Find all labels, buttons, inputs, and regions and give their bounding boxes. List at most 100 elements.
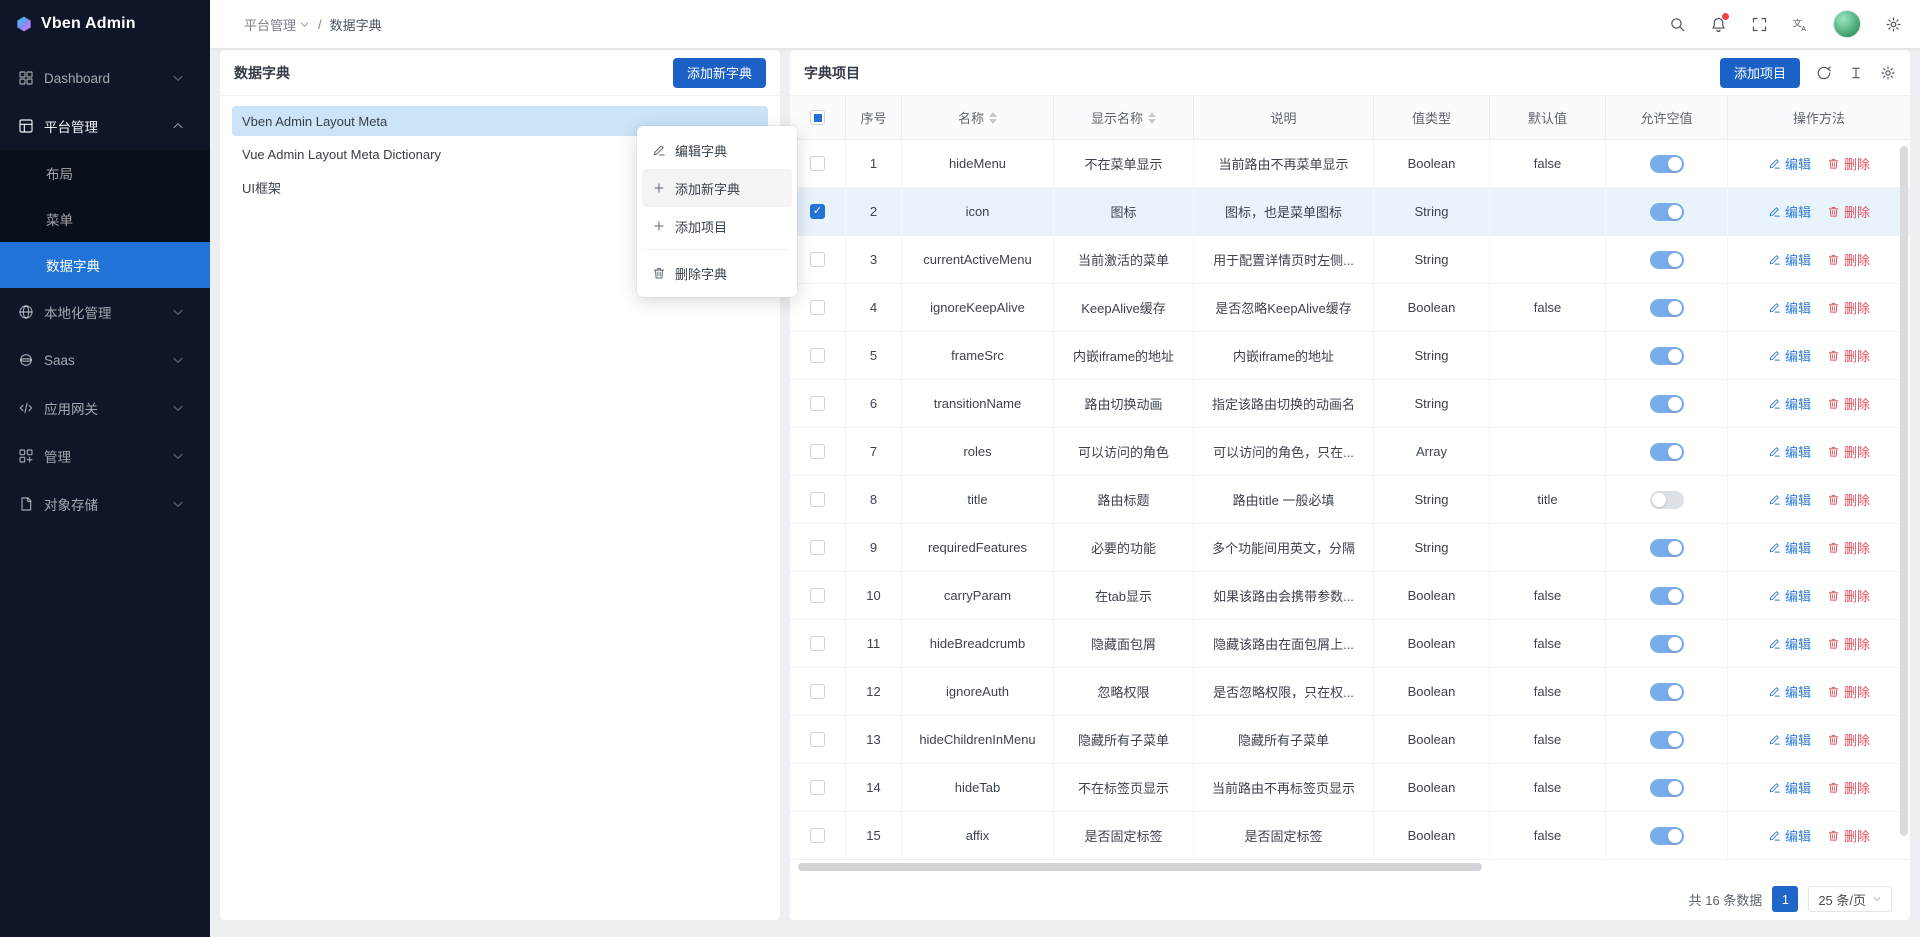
delete-button[interactable]: 删除 [1827, 442, 1870, 461]
select-all-checkbox[interactable] [810, 110, 825, 125]
delete-button[interactable]: 删除 [1827, 490, 1870, 509]
edit-button[interactable]: 编辑 [1768, 682, 1811, 701]
row-checkbox[interactable] [810, 156, 825, 171]
sidebar-item-platform-management[interactable]: 平台管理 [0, 102, 210, 150]
row-checkbox[interactable] [810, 492, 825, 507]
row-checkbox[interactable] [810, 300, 825, 315]
user-avatar[interactable] [1833, 10, 1861, 38]
column-header-name[interactable]: 名称 [902, 96, 1054, 139]
menu-item-edit-dictionary[interactable]: 编辑字典 [642, 131, 792, 169]
sidebar-subitem-data-dictionary[interactable]: 数据字典 [0, 242, 210, 288]
horizontal-scrollbar-thumb[interactable] [798, 863, 1482, 871]
edit-button[interactable]: 编辑 [1768, 490, 1811, 509]
page-size-select[interactable]: 25 条/页 [1808, 886, 1892, 912]
delete-button[interactable]: 删除 [1827, 586, 1870, 605]
sidebar-item-saas[interactable]: Saas [0, 336, 210, 384]
delete-button[interactable]: 删除 [1827, 202, 1870, 221]
edit-button[interactable]: 编辑 [1768, 442, 1811, 461]
nullable-toggle[interactable] [1650, 539, 1684, 557]
row-checkbox[interactable] [810, 684, 825, 699]
delete-button[interactable]: 删除 [1827, 298, 1870, 317]
nullable-toggle[interactable] [1650, 587, 1684, 605]
sidebar-subitem-menu[interactable]: 菜单 [0, 196, 210, 242]
delete-button[interactable]: 删除 [1827, 346, 1870, 365]
menu-item-delete-dictionary[interactable]: 删除字典 [642, 254, 792, 292]
sidebar-subitem-layout[interactable]: 布局 [0, 150, 210, 196]
cell-name: title [902, 476, 1054, 523]
delete-button[interactable]: 删除 [1827, 778, 1870, 797]
nullable-toggle[interactable] [1650, 827, 1684, 845]
nullable-toggle[interactable] [1650, 347, 1684, 365]
nullable-toggle[interactable] [1650, 395, 1684, 413]
table-row: 6 transitionName 路由切换动画 指定该路由切换的动画名 Stri… [790, 380, 1910, 428]
edit-button[interactable]: 编辑 [1768, 154, 1811, 173]
menu-item-add-item[interactable]: 添加项目 [642, 207, 792, 245]
nullable-toggle[interactable] [1650, 683, 1684, 701]
row-checkbox[interactable] [810, 540, 825, 555]
row-height-icon[interactable] [1848, 65, 1864, 81]
edit-button[interactable]: 编辑 [1768, 346, 1811, 365]
settings-gear-icon[interactable] [1885, 16, 1902, 33]
edit-button[interactable]: 编辑 [1768, 202, 1811, 221]
column-settings-gear-icon[interactable] [1880, 65, 1896, 81]
cell-default-value: false [1490, 284, 1606, 331]
search-icon[interactable] [1669, 16, 1686, 33]
app-logo[interactable]: Vben Admin [0, 0, 210, 48]
add-item-button[interactable]: 添加项目 [1720, 58, 1800, 88]
nullable-toggle[interactable] [1650, 635, 1684, 653]
nullable-toggle[interactable] [1650, 299, 1684, 317]
pagination-page-button[interactable]: 1 [1772, 886, 1798, 912]
row-checkbox[interactable] [810, 828, 825, 843]
row-checkbox[interactable] [810, 396, 825, 411]
translate-icon[interactable]: 文A [1792, 16, 1809, 33]
edit-button[interactable]: 编辑 [1768, 778, 1811, 797]
row-checkbox[interactable] [810, 348, 825, 363]
column-header-display-name[interactable]: 显示名称 [1054, 96, 1194, 139]
row-checkbox[interactable] [810, 780, 825, 795]
edit-button[interactable]: 编辑 [1768, 298, 1811, 317]
add-dictionary-button[interactable]: 添加新字典 [673, 58, 766, 88]
delete-button[interactable]: 删除 [1827, 682, 1870, 701]
delete-button[interactable]: 删除 [1827, 538, 1870, 557]
delete-button[interactable]: 删除 [1827, 250, 1870, 269]
menu-item-add-new-dictionary[interactable]: 添加新字典 [642, 169, 792, 207]
cell-name: hideMenu [902, 140, 1054, 187]
edit-button[interactable]: 编辑 [1768, 730, 1811, 749]
delete-button[interactable]: 删除 [1827, 730, 1870, 749]
nullable-toggle[interactable] [1650, 203, 1684, 221]
sort-icon[interactable] [1148, 112, 1156, 124]
sidebar-item-localization[interactable]: 本地化管理 [0, 288, 210, 336]
sidebar-item-management[interactable]: 管理 [0, 432, 210, 480]
nullable-toggle[interactable] [1650, 731, 1684, 749]
sidebar-item-app-gateway[interactable]: 应用网关 [0, 384, 210, 432]
breadcrumb-parent[interactable]: 平台管理 [244, 15, 310, 34]
edit-button[interactable]: 编辑 [1768, 250, 1811, 269]
delete-button[interactable]: 删除 [1827, 394, 1870, 413]
vertical-scrollbar-thumb[interactable] [1900, 146, 1908, 836]
delete-button[interactable]: 删除 [1827, 154, 1870, 173]
sidebar-item-object-storage[interactable]: 对象存储 [0, 480, 210, 528]
nullable-toggle[interactable] [1650, 779, 1684, 797]
delete-button[interactable]: 删除 [1827, 826, 1870, 845]
nullable-toggle[interactable] [1650, 155, 1684, 173]
nullable-toggle[interactable] [1650, 251, 1684, 269]
edit-button[interactable]: 编辑 [1768, 394, 1811, 413]
refresh-icon[interactable] [1816, 65, 1832, 81]
row-checkbox[interactable] [810, 588, 825, 603]
row-checkbox[interactable] [810, 444, 825, 459]
edit-button[interactable]: 编辑 [1768, 538, 1811, 557]
notifications-bell-icon[interactable] [1710, 16, 1727, 33]
nullable-toggle[interactable] [1650, 491, 1684, 509]
row-checkbox[interactable] [810, 732, 825, 747]
row-checkbox[interactable] [810, 252, 825, 267]
row-checkbox[interactable] [810, 636, 825, 651]
sort-icon[interactable] [989, 112, 997, 124]
delete-button[interactable]: 删除 [1827, 634, 1870, 653]
nullable-toggle[interactable] [1650, 443, 1684, 461]
edit-button[interactable]: 编辑 [1768, 826, 1811, 845]
fullscreen-icon[interactable] [1751, 16, 1768, 33]
edit-button[interactable]: 编辑 [1768, 586, 1811, 605]
row-checkbox[interactable]: ✓ [810, 204, 825, 219]
edit-button[interactable]: 编辑 [1768, 634, 1811, 653]
sidebar-item-dashboard[interactable]: Dashboard [0, 54, 210, 102]
